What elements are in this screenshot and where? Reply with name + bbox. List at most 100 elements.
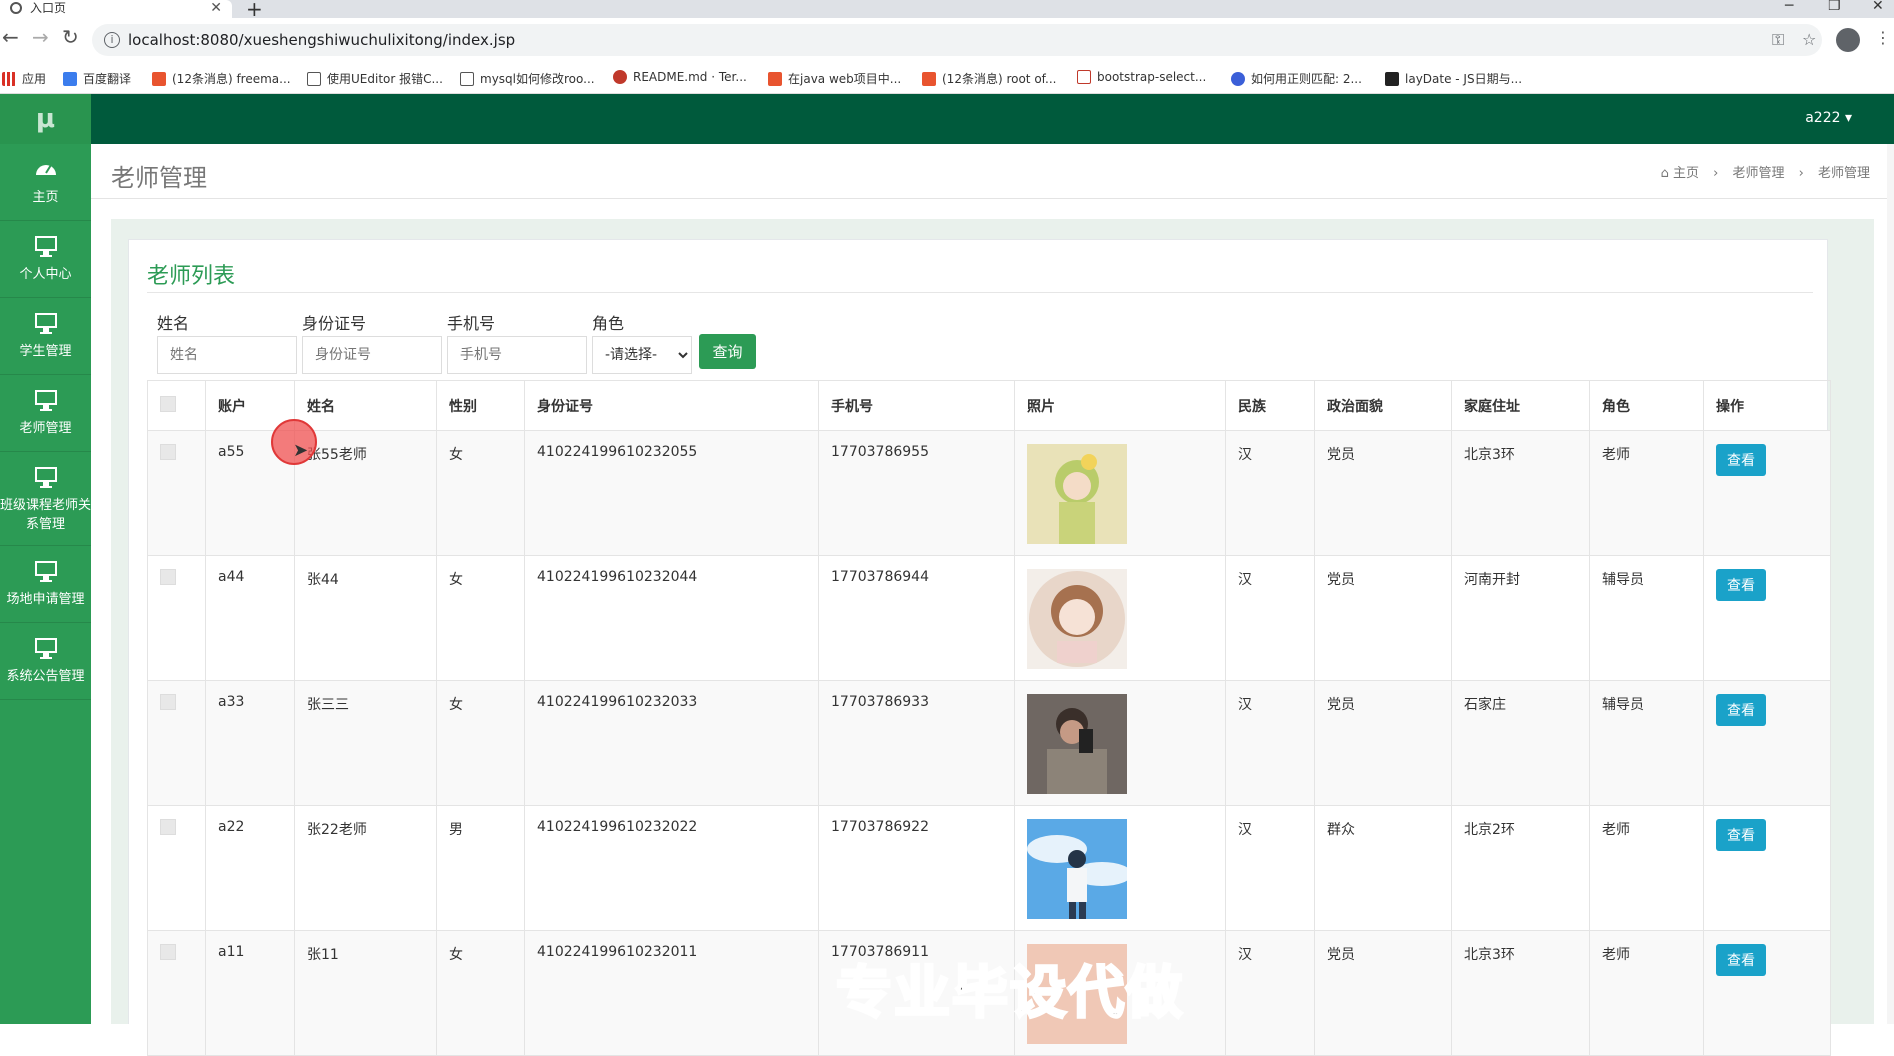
bookmark-item[interactable]: bootstrap-select...	[1077, 70, 1206, 84]
view-button[interactable]: 查看	[1716, 444, 1766, 476]
role-label: 角色	[592, 314, 625, 333]
cell-political: 党员	[1314, 930, 1452, 1056]
restore-icon[interactable]: ❐	[1828, 0, 1841, 14]
bookmark-item[interactable]: 如何用正则匹配: 2...	[1231, 70, 1362, 87]
teacher-photo	[1027, 819, 1127, 919]
url-text: localhost:8080/xueshengshiwuchulixitong/…	[128, 31, 516, 49]
info-icon[interactable]: i	[104, 32, 120, 48]
reload-icon[interactable]: ↻	[62, 25, 79, 49]
cell-phone: 17703786922	[818, 805, 1015, 931]
forward-icon[interactable]: →	[32, 25, 49, 49]
sidebar-item-students[interactable]: 学生管理	[0, 298, 91, 375]
bookmark-item[interactable]: 百度翻译	[63, 70, 131, 87]
key-icon[interactable]: ⚿	[1772, 24, 1784, 56]
query-button[interactable]: 查询	[699, 334, 756, 369]
bookmark-item[interactable]: mysql如何修改roo...	[460, 70, 595, 87]
cell-gender: 女	[436, 430, 525, 556]
apps-grid-icon	[2, 72, 16, 86]
sidebar-item-notices[interactable]: 系统公告管理	[0, 623, 91, 700]
close-window-icon[interactable]: ✕	[1872, 0, 1884, 14]
breadcrumb-item[interactable]: 老师管理	[1732, 166, 1784, 181]
monitor-icon	[34, 236, 57, 257]
search-phone-field: 手机号	[437, 310, 587, 374]
back-icon[interactable]: ←	[2, 25, 19, 49]
logo: μ	[0, 94, 91, 144]
user-menu[interactable]: a222 ▾	[1805, 110, 1852, 126]
teacher-photo	[1027, 694, 1127, 794]
sidebar-item-label: 学生管理	[19, 344, 72, 359]
page-scrollbar[interactable]	[1887, 144, 1894, 1024]
select-all-checkbox[interactable]	[160, 395, 176, 412]
search-idcard-field: 身份证号	[292, 310, 442, 374]
cell-gender: 女	[436, 930, 525, 1056]
sidebar-item-label: 主页	[32, 190, 59, 205]
cell-phone: 17703786933	[818, 680, 1015, 806]
breadcrumb-home[interactable]: 主页	[1673, 166, 1699, 181]
sidebar: μ 主页 个人中心 学生管理 老师管理 班级课程老师关系管理 场地申请管理 系统…	[0, 94, 91, 1024]
bookmark-favicon	[1077, 70, 1091, 84]
sidebar-item-class-course-teacher[interactable]: 班级课程老师关系管理	[0, 452, 91, 546]
chevron-right-icon: ›	[1713, 166, 1719, 181]
monitor-icon	[34, 390, 57, 411]
bookmark-favicon	[922, 72, 936, 86]
cell-role: 辅导员	[1589, 555, 1704, 681]
cell-idcard: 410224199610232033	[524, 680, 819, 806]
cell-address: 北京3环	[1451, 930, 1590, 1056]
col-idcard: 身份证号	[524, 380, 819, 431]
monitor-icon	[34, 638, 57, 659]
row-checkbox[interactable]	[160, 694, 176, 710]
view-button[interactable]: 查看	[1716, 819, 1766, 851]
phone-input[interactable]	[447, 336, 587, 374]
teacher-photo	[1027, 569, 1127, 669]
home-icon: ⌂	[1660, 166, 1669, 181]
search-role-field: 角色 -请选择-	[582, 310, 692, 374]
cell-political: 党员	[1314, 430, 1452, 556]
bookmark-item[interactable]: layDate - JS日期与...	[1385, 70, 1522, 87]
browser-tab[interactable]: 入口页 ✕	[0, 0, 232, 18]
cell-account: a11	[205, 930, 295, 1056]
name-input[interactable]	[157, 336, 297, 374]
cell-gender: 女	[436, 680, 525, 806]
sidebar-item-home[interactable]: 主页	[0, 144, 91, 221]
address-bar[interactable]: i localhost:8080/xueshengshiwuchulixiton…	[92, 24, 1822, 56]
teacher-list-panel: 老师列表 姓名 身份证号 手机号 角色 -请选择- 查询	[128, 239, 1831, 1056]
breadcrumb-current: 老师管理	[1817, 166, 1870, 181]
bookmark-item[interactable]: README.md · Ter...	[613, 70, 747, 84]
bookmark-item[interactable]: 在java web项目中...	[768, 70, 901, 87]
close-tab-icon[interactable]: ✕	[210, 0, 222, 16]
page-header: 老师管理 ⌂ 主页 › 老师管理 › 老师管理	[91, 144, 1894, 199]
cell-name: 张三三	[294, 680, 437, 806]
role-select[interactable]: -请选择-	[592, 336, 692, 374]
star-icon[interactable]: ☆	[1802, 24, 1816, 56]
row-checkbox[interactable]	[160, 819, 176, 835]
cell-ethnic: 汉	[1225, 930, 1315, 1056]
sidebar-item-venue[interactable]: 场地申请管理	[0, 546, 91, 623]
bookmark-item[interactable]: (12条消息) root of...	[922, 70, 1056, 87]
video-watermark: 专业毕设代做	[835, 960, 1184, 1028]
profile-icon[interactable]	[1836, 28, 1860, 52]
bookmark-favicon	[152, 72, 166, 86]
monitor-icon	[34, 467, 57, 488]
row-checkbox[interactable]	[160, 569, 176, 585]
menu-kebab-icon[interactable]: ⋮	[1875, 28, 1891, 47]
table-row: a33 张三三 女 410224199610232033 17703786933…	[147, 680, 1831, 806]
view-button[interactable]: 查看	[1716, 944, 1766, 976]
view-button[interactable]: 查看	[1716, 694, 1766, 726]
sidebar-item-profile[interactable]: 个人中心	[0, 221, 91, 298]
bookmark-item[interactable]: (12条消息) freema...	[152, 70, 291, 87]
bookmark-item[interactable]: 使用UEditor 报错C...	[307, 70, 443, 87]
bookmarks-bar: 应用 百度翻译 (12条消息) freema... 使用UEditor 报错C.…	[0, 62, 1894, 94]
tab-title: 入口页	[30, 1, 67, 15]
idcard-input[interactable]	[302, 336, 442, 374]
row-checkbox[interactable]	[160, 444, 176, 460]
dashboard-icon	[35, 164, 56, 175]
col-photo: 照片	[1014, 380, 1226, 431]
row-checkbox[interactable]	[160, 944, 176, 960]
bookmark-apps[interactable]: 应用	[2, 70, 46, 87]
cell-address: 石家庄	[1451, 680, 1590, 806]
view-button[interactable]: 查看	[1716, 569, 1766, 601]
sidebar-item-teachers[interactable]: 老师管理	[0, 375, 91, 452]
cell-account: a33	[205, 680, 295, 806]
search-name-field: 姓名	[147, 310, 297, 374]
minimize-icon[interactable]: ─	[1785, 0, 1793, 14]
